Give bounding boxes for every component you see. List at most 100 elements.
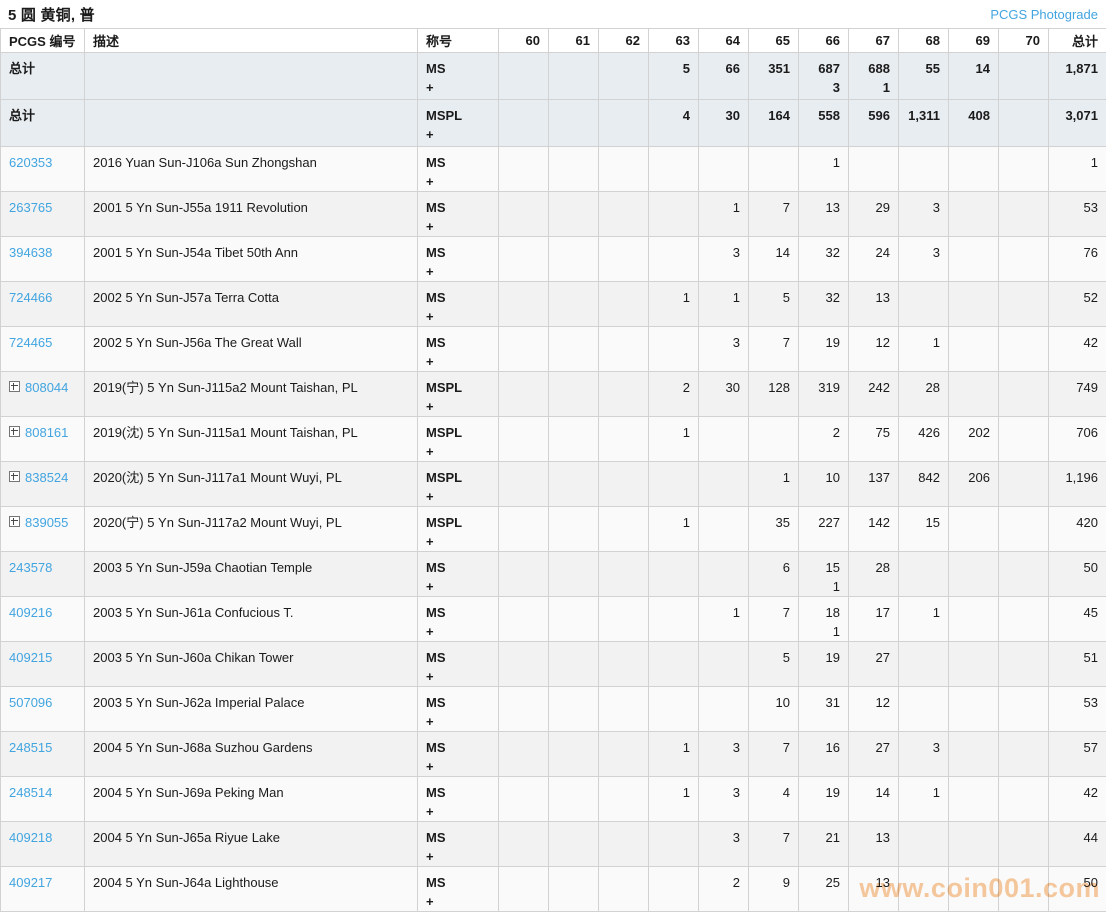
cell-plus-value: + <box>426 847 494 866</box>
pcgs-number-link[interactable]: 248515 <box>9 740 52 755</box>
grade-cell-65: 7 <box>749 327 799 372</box>
grade-cell-60 <box>499 732 549 777</box>
pcgs-number-link[interactable]: 409216 <box>9 605 52 620</box>
cell-plus-value <box>501 442 540 461</box>
grade-cell-64 <box>699 147 749 192</box>
pcgs-id-cell: 839055 <box>1 507 85 552</box>
grade-cell-64: 2 <box>699 867 749 912</box>
grade-cell-62 <box>599 417 649 462</box>
cell-plus-value <box>701 172 740 191</box>
grade-cell-64: 1 <box>699 282 749 327</box>
cell-value: 31 <box>801 693 840 712</box>
expand-icon[interactable] <box>9 516 20 527</box>
pcgs-number-link[interactable]: 838524 <box>25 470 68 485</box>
cell-plus-value <box>801 757 840 776</box>
cell-plus-value <box>801 802 840 821</box>
cell-plus-value <box>601 172 640 191</box>
cell-value <box>551 783 590 802</box>
pcgs-number-link[interactable]: 263765 <box>9 200 52 215</box>
cell-plus-value <box>851 487 890 506</box>
cell-plus-value <box>551 667 590 686</box>
grade-cell-65: 7 <box>749 597 799 642</box>
cell-plus-value <box>851 442 890 461</box>
pcgs-number-link[interactable]: 808044 <box>25 380 68 395</box>
grade-cell-69: 14 <box>949 53 999 100</box>
cell-plus-value <box>751 847 790 866</box>
cell-value <box>601 153 640 172</box>
grade-cell-60 <box>499 777 549 822</box>
designation-cell: MS+ <box>418 327 499 372</box>
cell-plus-value <box>551 307 590 326</box>
cell-value <box>951 828 990 847</box>
grade-cell-64: 3 <box>699 732 749 777</box>
pcgs-number-link[interactable]: 808161 <box>25 425 68 440</box>
cell-plus-value <box>851 712 890 731</box>
grade-cell-68: 3 <box>899 732 949 777</box>
cell-plus-value <box>601 487 640 506</box>
cell-plus-value <box>651 442 690 461</box>
expand-icon[interactable] <box>9 471 20 482</box>
pcgs-number-link[interactable]: 839055 <box>25 515 68 530</box>
grade-cell-64: 3 <box>699 237 749 282</box>
cell-plus-value <box>651 125 690 144</box>
cell-value <box>551 378 590 397</box>
row-total: 76 <box>1051 243 1098 262</box>
expand-icon[interactable] <box>9 381 20 392</box>
cell-value: 75 <box>851 423 890 442</box>
cell-value <box>601 59 640 78</box>
cell-plus-value <box>1001 262 1040 281</box>
cell-value: 202 <box>951 423 990 442</box>
pcgs-number-link[interactable]: 724465 <box>9 335 52 350</box>
grade-cell-63 <box>649 687 699 732</box>
cell-value <box>601 198 640 217</box>
cell-value <box>601 468 640 487</box>
cell-value: 55 <box>901 59 940 78</box>
pcgs-number-link[interactable]: 243578 <box>9 560 52 575</box>
grade-cell-68 <box>899 642 949 687</box>
pcgs-number-link[interactable]: 409217 <box>9 875 52 890</box>
grade-cell-60 <box>499 552 549 597</box>
pcgs-number-link[interactable]: 409215 <box>9 650 52 665</box>
cell-value <box>551 513 590 532</box>
grade-cell-67: 28 <box>849 552 899 597</box>
grade-cell-69 <box>949 822 999 867</box>
cell-value <box>1001 513 1040 532</box>
expand-icon[interactable] <box>9 426 20 437</box>
cell-plus-value <box>601 217 640 236</box>
row-total-cell: 420 <box>1049 507 1106 552</box>
grade-cell-65: 128 <box>749 372 799 417</box>
grade-cell-66: 19 <box>799 642 849 687</box>
row-total: 57 <box>1051 738 1098 757</box>
grade-cell-65: 7 <box>749 822 799 867</box>
pcgs-number-link[interactable]: 394638 <box>9 245 52 260</box>
pcgs-number-link[interactable]: 409218 <box>9 830 52 845</box>
cell-value: 1 <box>901 333 940 352</box>
grade-cell-68: 426 <box>899 417 949 462</box>
population-table: PCGS 编号描述称号6061626364656667686970总计 总计MS… <box>0 28 1106 912</box>
cell-plus-value <box>851 757 890 776</box>
grade-cell-60 <box>499 237 549 282</box>
cell-plus-value <box>651 397 690 416</box>
grade-cell-65: 164 <box>749 100 799 147</box>
cell-plus-value <box>651 352 690 371</box>
pcgs-number-link[interactable]: 248514 <box>9 785 52 800</box>
cell-plus-value: + <box>426 78 494 97</box>
pcgs-number-link[interactable]: 507096 <box>9 695 52 710</box>
grade-cell-60 <box>499 867 549 912</box>
row-total: 3,071 <box>1051 106 1098 125</box>
cell-plus-value <box>751 712 790 731</box>
cell-value <box>901 873 940 892</box>
cell-value: 7 <box>751 828 790 847</box>
cell-value <box>951 558 990 577</box>
cell-value <box>651 648 690 667</box>
id-line: 394638 <box>9 243 80 262</box>
pcgs-number-link[interactable]: 724466 <box>9 290 52 305</box>
grade-cell-69 <box>949 147 999 192</box>
pcgs-number-link[interactable]: 620353 <box>9 155 52 170</box>
photograde-link[interactable]: PCGS Photograde <box>990 7 1098 22</box>
cell-value <box>501 873 540 892</box>
grade-cell-70 <box>999 597 1049 642</box>
cell-value <box>501 828 540 847</box>
cell-plus-value <box>1001 442 1040 461</box>
table-row: 7244662002 5 Yn Sun-J57a Terra CottaMS+1… <box>1 282 1106 327</box>
